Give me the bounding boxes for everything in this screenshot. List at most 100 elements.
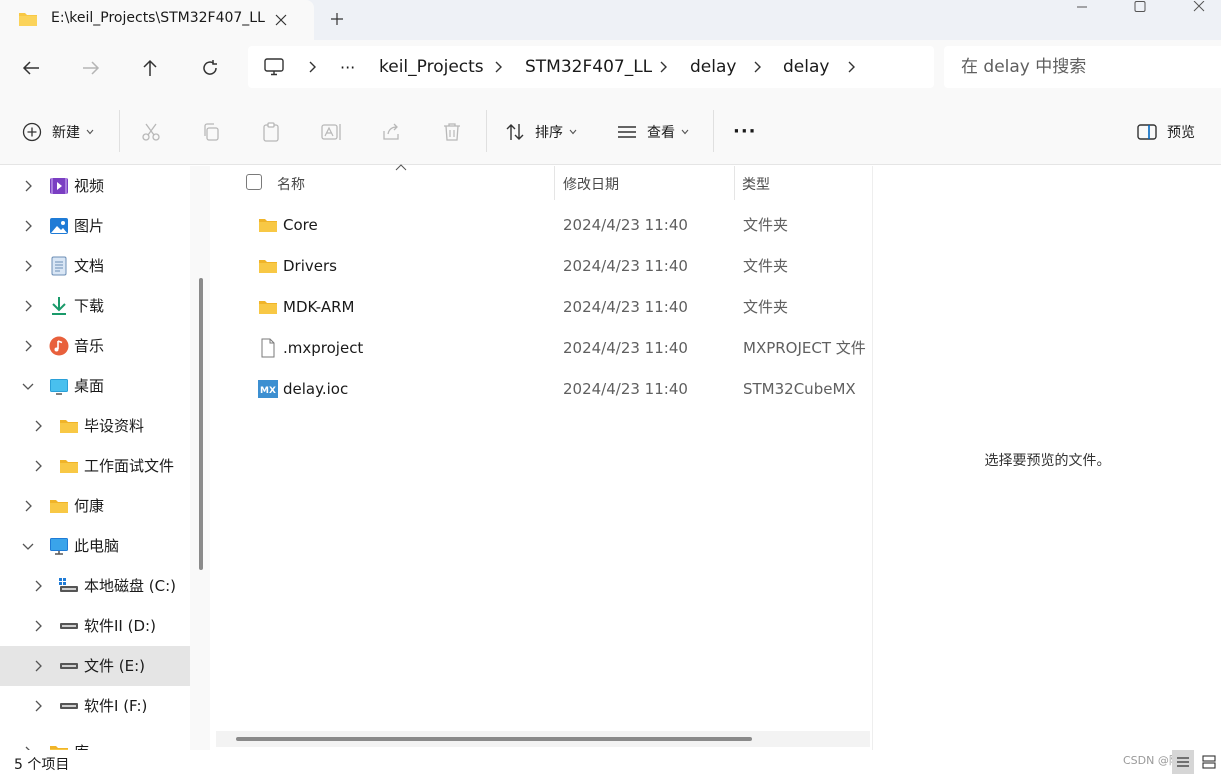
back-icon[interactable] — [16, 53, 46, 83]
sidebar-scrollbar[interactable] — [190, 166, 210, 750]
sort-button[interactable]: 排序 — [505, 98, 577, 165]
sidebar-item-drive-e[interactable]: 文件 (E:) — [0, 646, 190, 686]
chevron-right-icon[interactable] — [21, 179, 35, 193]
column-name-header[interactable]: 名称 — [277, 174, 305, 194]
rename-button[interactable] — [321, 98, 343, 165]
sidebar-item-videos[interactable]: 视频 — [0, 166, 190, 206]
chevron-right-icon[interactable] — [31, 579, 45, 593]
chevron-right-icon[interactable] — [31, 659, 45, 673]
file-row[interactable]: MDK-ARM 2024/4/23 11:40 文件夹 — [213, 287, 873, 328]
sidebar-item-folder[interactable]: 何康 — [0, 486, 190, 526]
more-options-button[interactable]: ··· — [733, 98, 757, 165]
breadcrumb-item[interactable]: delay — [690, 46, 736, 88]
copy-button[interactable] — [201, 98, 221, 165]
maximize-icon[interactable] — [1117, 0, 1163, 14]
breadcrumb-chevron-icon — [659, 46, 667, 88]
minimize-icon[interactable] — [1059, 0, 1105, 14]
sidebar-item-desktop[interactable]: 桌面 — [0, 366, 190, 406]
sidebar-scrollbar-thumb[interactable] — [199, 278, 203, 570]
copy-icon — [201, 122, 221, 142]
breadcrumb-chevron-icon — [308, 46, 316, 88]
sidebar-item-drive-d[interactable]: 软件II (D:) — [0, 606, 190, 646]
sidebar-item-drive-f[interactable]: 软件I (F:) — [0, 686, 190, 726]
file-row[interactable]: MX delay.ioc 2024/4/23 11:40 STM32CubeMX — [213, 369, 873, 410]
breadcrumb-item[interactable]: STM32F407_LL — [525, 46, 652, 88]
column-divider[interactable] — [734, 166, 735, 200]
window-tab[interactable]: E:\keil_Projects\STM32F407_LL — [0, 0, 314, 40]
chevron-down-icon[interactable] — [21, 379, 35, 393]
drive-icon — [59, 576, 79, 596]
column-divider[interactable] — [554, 166, 555, 200]
folder-icon — [258, 297, 278, 317]
chevron-right-icon[interactable] — [21, 219, 35, 233]
chevron-right-icon[interactable] — [31, 459, 45, 473]
trash-icon — [442, 122, 462, 142]
file-type: MXPROJECT 文件 — [743, 339, 866, 357]
folder-icon — [49, 496, 69, 516]
add-circle-icon — [22, 122, 42, 142]
sidebar-item-downloads[interactable]: 下载 — [0, 286, 190, 326]
breadcrumb-item[interactable]: delay — [783, 46, 829, 88]
toolbar-divider — [713, 110, 714, 152]
column-type-header[interactable]: 类型 — [742, 174, 770, 194]
file-modified: 2024/4/23 11:40 — [563, 257, 688, 275]
file-row[interactable]: Core 2024/4/23 11:40 文件夹 — [213, 205, 873, 246]
sidebar-item-folder[interactable]: 工作面试文件 — [0, 446, 190, 486]
refresh-icon[interactable] — [195, 53, 225, 83]
sidebar-item-folder[interactable]: 毕设资料 — [0, 406, 190, 446]
search-input[interactable] — [944, 46, 1221, 88]
breadcrumb-item[interactable]: keil_Projects — [379, 46, 484, 88]
this-pc-icon[interactable] — [264, 46, 284, 88]
horizontal-scrollbar[interactable] — [216, 731, 870, 747]
share-button[interactable] — [381, 98, 401, 165]
preview-message: 选择要预览的文件。 — [984, 453, 1111, 469]
desktop-icon — [49, 376, 69, 396]
sidebar-item-pictures[interactable]: 图片 — [0, 206, 190, 246]
chevron-right-icon[interactable] — [21, 259, 35, 273]
preview-pane: 选择要预览的文件。 — [874, 166, 1221, 750]
view-button[interactable]: 查看 — [617, 98, 689, 165]
chevron-down-icon — [569, 129, 577, 135]
file-row[interactable]: .mxproject 2024/4/23 11:40 MXPROJECT 文件 — [213, 328, 873, 369]
sidebar-item-music[interactable]: 音乐 — [0, 326, 190, 366]
address-bar[interactable]: ··· keil_Projects STM32F407_LL delay del… — [248, 46, 934, 88]
chevron-right-icon[interactable] — [31, 619, 45, 633]
close-tab-icon[interactable] — [270, 9, 292, 31]
forward-icon[interactable] — [76, 53, 106, 83]
sidebar-item-documents[interactable]: 文档 — [0, 246, 190, 286]
file-row[interactable]: Drivers 2024/4/23 11:40 文件夹 — [213, 246, 873, 287]
up-icon[interactable] — [135, 53, 165, 83]
chevron-right-icon[interactable] — [21, 299, 35, 313]
chevron-right-icon[interactable] — [31, 419, 45, 433]
chevron-right-icon[interactable] — [31, 699, 45, 713]
new-button[interactable]: 新建 — [22, 98, 94, 165]
folder-icon — [258, 215, 278, 235]
file-modified: 2024/4/23 11:40 — [563, 216, 688, 234]
chevron-right-icon[interactable] — [21, 499, 35, 513]
toolbar-divider — [119, 110, 120, 152]
new-tab-icon[interactable] — [326, 8, 348, 30]
breadcrumb-overflow[interactable]: ··· — [340, 46, 355, 88]
delete-button[interactable] — [442, 98, 462, 165]
details-view-button[interactable] — [1172, 750, 1194, 774]
close-window-icon[interactable] — [1176, 0, 1221, 14]
view-list-icon — [617, 122, 637, 142]
paste-button[interactable] — [261, 98, 281, 165]
breadcrumb-chevron-icon[interactable] — [847, 46, 855, 88]
column-modified-header[interactable]: 修改日期 — [563, 174, 619, 194]
tiles-view-button[interactable] — [1198, 750, 1220, 774]
chevron-right-icon[interactable] — [21, 339, 35, 353]
preview-pane-button[interactable]: 预览 — [1137, 98, 1195, 165]
sidebar-item-drive-c[interactable]: 本地磁盘 (C:) — [0, 566, 190, 606]
horizontal-scrollbar-thumb[interactable] — [236, 737, 752, 741]
folder-icon — [59, 456, 79, 476]
file-name: MDK-ARM — [283, 298, 355, 316]
cut-button[interactable] — [141, 98, 161, 165]
file-type: 文件夹 — [743, 216, 789, 234]
select-all-checkbox[interactable] — [246, 174, 262, 190]
command-bar: 新建 排序 查看 ··· 预览 — [0, 98, 1221, 165]
sidebar-item-libraries[interactable]: 库 — [0, 732, 190, 750]
breadcrumb-chevron-icon — [753, 46, 761, 88]
chevron-down-icon[interactable] — [21, 539, 35, 553]
sidebar-item-this-pc[interactable]: 此电脑 — [0, 526, 190, 566]
